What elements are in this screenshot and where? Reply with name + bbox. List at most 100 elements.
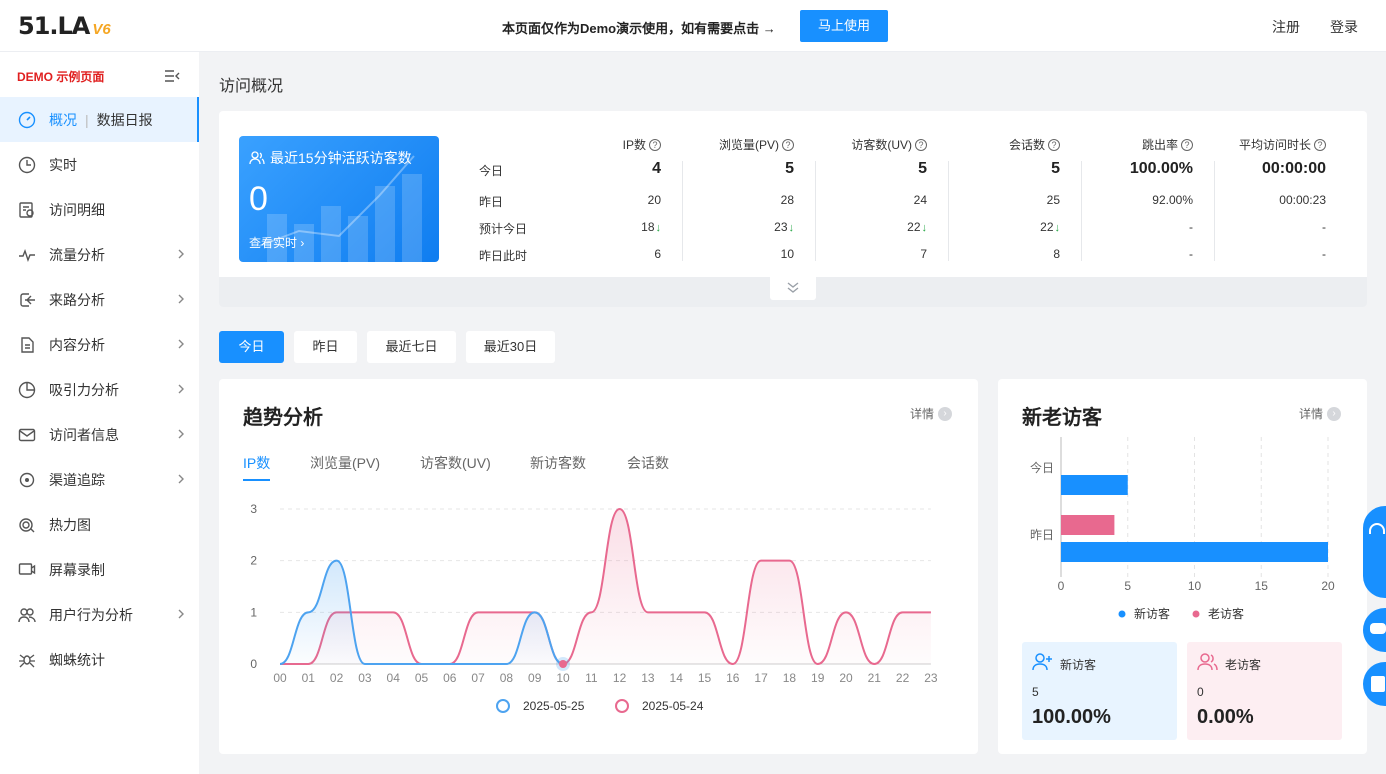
period-tab[interactable]: 最近七日 — [367, 331, 456, 363]
try-now-button[interactable]: 马上使用 — [800, 10, 888, 42]
data-point — [559, 660, 567, 668]
period-tab[interactable]: 最近30日 — [466, 331, 555, 363]
users-icon — [249, 151, 265, 165]
stat-column: IP数? 4 20 18↓ 6 — [549, 131, 679, 271]
help-icon[interactable]: ? — [1181, 138, 1193, 151]
chevron-right-icon — [178, 339, 184, 349]
stat-value-text: 18 — [641, 220, 655, 234]
stat-value-text: 6 — [654, 247, 661, 261]
help-icon[interactable]: ? — [782, 138, 794, 151]
legend-marker[interactable] — [615, 699, 629, 713]
daily-report-link[interactable]: 数据日报 — [97, 110, 153, 130]
help-icon[interactable]: ? — [1314, 138, 1326, 151]
stat-value-text: 10 — [780, 247, 794, 261]
chevron-right-icon — [178, 384, 184, 394]
clock-icon — [18, 156, 36, 173]
sidebar-item-11[interactable]: 用户行为分析 — [0, 592, 199, 637]
register-link[interactable]: 注册 — [1272, 17, 1300, 37]
new-visitor-count: 5 — [1032, 685, 1039, 699]
legend-marker[interactable] — [1192, 610, 1200, 618]
sidebar-item-5[interactable]: 内容分析 — [0, 322, 199, 367]
stat-value: 00:00:23 — [1279, 193, 1326, 207]
y-tick-label: 2 — [250, 554, 257, 568]
legend-label[interactable]: 新访客 — [1134, 606, 1170, 621]
customer-service-button[interactable] — [1363, 506, 1386, 598]
y-tick-label: 1 — [250, 605, 257, 619]
legend-label[interactable]: 2025-05-24 — [642, 699, 704, 713]
column-divider — [948, 161, 949, 261]
x-tick-label: 20 — [839, 671, 853, 685]
sidebar-item-12[interactable]: 蜘蛛统计 — [0, 637, 199, 682]
heatmap-icon — [19, 517, 35, 532]
x-tick-label: 16 — [726, 671, 740, 685]
stat-value-text: 22 — [1040, 220, 1054, 234]
help-icon[interactable]: ? — [1048, 138, 1060, 151]
form-icon — [1371, 676, 1385, 692]
chevron-right-icon: › — [300, 236, 305, 250]
sidebar-item-label: 蜘蛛统计 — [49, 651, 105, 668]
stat-row-label: 昨日此时 — [479, 249, 528, 263]
legend-marker[interactable] — [1118, 610, 1126, 618]
stat-header-text: 浏览量(PV) — [718, 138, 779, 152]
help-icon[interactable]: ? — [915, 138, 927, 151]
x-tick-label: 21 — [868, 671, 882, 685]
stat-value-text: 00:00:00 — [1261, 160, 1326, 177]
legend-label[interactable]: 2025-05-25 — [523, 699, 585, 713]
sidebar-item-7[interactable]: 访问者信息 — [0, 412, 199, 457]
sidebar-item-9[interactable]: 热力图 — [0, 502, 199, 547]
bar[interactable] — [1061, 475, 1128, 495]
period-tab[interactable]: 今日 — [219, 331, 284, 363]
sidebar-item-2[interactable]: 访问明细 — [0, 187, 199, 232]
stat-value: 22↓ — [907, 220, 927, 234]
stat-value: - — [1189, 247, 1193, 261]
bar[interactable] — [1061, 542, 1328, 562]
sidebar-item-10[interactable]: 屏幕录制 — [0, 547, 199, 592]
x-tick-label: 15 — [698, 671, 712, 685]
sidebar-item-3[interactable]: 流量分析 — [0, 232, 199, 277]
x-tick-label: 11 — [585, 671, 598, 685]
stat-value: - — [1322, 220, 1326, 234]
legend-marker[interactable] — [496, 699, 510, 713]
help-icon[interactable]: ? — [649, 138, 661, 151]
stat-value-text: 00:00:23 — [1279, 193, 1326, 207]
series-area — [280, 509, 931, 664]
mail-icon — [18, 428, 36, 441]
sidebar-item-1[interactable]: 实时 — [0, 142, 199, 187]
stat-header-text: 访客数(UV) — [851, 138, 912, 152]
view-realtime-link[interactable]: 查看实时 › — [249, 234, 304, 251]
stat-value-text: 4 — [652, 160, 661, 177]
document-icon — [21, 336, 34, 353]
new-visitor-box: 新访客 5 100.00% — [1022, 642, 1177, 740]
trend-card: 趋势分析 详情 › IP数 浏览量(PV) 访客数(UV) 新访客数 会话数 0 1 2 3 00… — [219, 379, 978, 754]
stat-value-text: 22 — [907, 220, 921, 234]
stat-value-text: 92.00% — [1152, 193, 1193, 207]
sidebar-item-4[interactable]: 来路分析 — [0, 277, 199, 322]
sidebar-item-label: 流量分析 — [49, 246, 105, 263]
collapse-menu-icon[interactable] — [164, 69, 180, 83]
stat-value: 23↓ — [774, 220, 794, 234]
sidebar-item-label: 概况 — [49, 111, 77, 128]
stat-column: 会话数? 5 25 22↓ 8 — [948, 131, 1078, 271]
detail-list-icon — [19, 201, 34, 218]
stat-row-label: 预计今日 — [479, 222, 528, 236]
bar[interactable] — [1061, 515, 1115, 535]
legend-label[interactable]: 老访客 — [1208, 606, 1244, 621]
sidebar-item-8[interactable]: 渠道追踪 — [0, 457, 199, 502]
x-tick-label: 07 — [471, 671, 485, 685]
stat-column: 浏览量(PV)? 5 28 23↓ 10 — [682, 131, 812, 271]
stat-header: 访客数(UV)? — [851, 136, 927, 153]
expand-button[interactable] — [770, 276, 816, 300]
users-icon — [1197, 653, 1218, 671]
period-tab[interactable]: 昨日 — [294, 331, 357, 363]
logo[interactable]: 51.LA V6 — [18, 12, 111, 40]
stat-value-text: 25 — [1046, 193, 1060, 207]
login-link[interactable]: 登录 — [1330, 17, 1358, 37]
stat-value: 7 — [920, 247, 927, 261]
sidebar-item-6[interactable]: 吸引力分析 — [0, 367, 199, 412]
arrow-down-icon: ↓ — [788, 222, 795, 234]
stat-header-text: 平均访问时长 — [1238, 138, 1311, 152]
target-icon — [19, 472, 35, 487]
sidebar-item-0[interactable]: 概况 | 数据日报 — [0, 97, 199, 142]
arrow-down-icon: ↓ — [655, 222, 662, 234]
separator: | — [85, 111, 89, 128]
